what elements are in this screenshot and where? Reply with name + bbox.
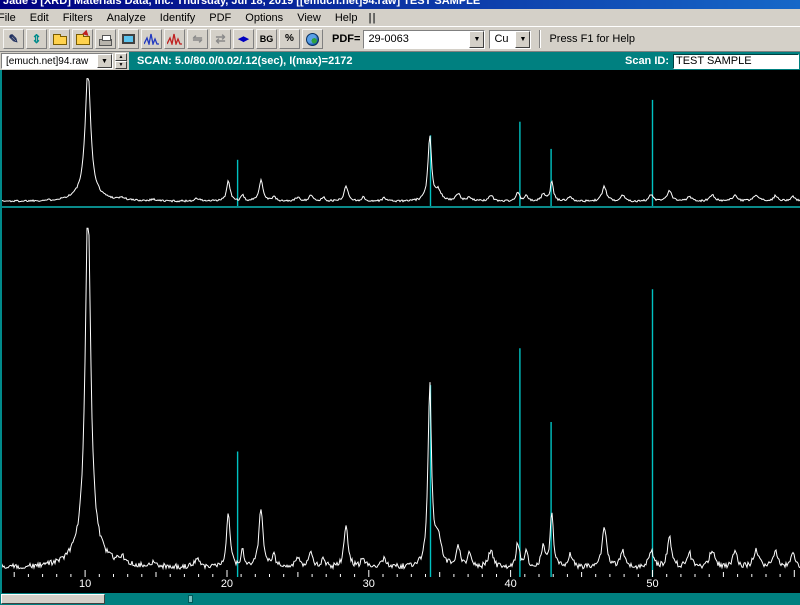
two-theta-tool-icon-glyph: ⇋ <box>192 32 203 46</box>
print-icon[interactable] <box>95 29 116 49</box>
scan-info-strip: SCAN: 5.0/80.0/0.02/.12(sec), I(max)=217… <box>129 52 800 70</box>
menu-items: File Edit Filters Analyze Identify PDF Options… <box>0 10 364 26</box>
anode-combo[interactable]: Cu ▼ <box>489 29 532 49</box>
report-icon-shape <box>122 34 135 44</box>
report-icon[interactable] <box>118 29 139 49</box>
rescale-y-icon-glyph: ⇕ <box>31 32 42 46</box>
web-icon-shape <box>306 32 319 46</box>
menu-item-file[interactable]: File <box>0 10 23 26</box>
overlay-shift-icon[interactable]: ⇄ <box>210 29 231 49</box>
file-combo-value: [emuch.net]94.raw <box>2 54 97 68</box>
overview-chart[interactable] <box>0 70 800 206</box>
background-fit-icon[interactable]: BG <box>256 29 277 49</box>
anode-combo-value: Cu <box>490 30 516 48</box>
import-file-icon[interactable] <box>72 29 93 49</box>
x-tick-label: 20 <box>220 578 234 590</box>
spinner-up-icon[interactable]: ▲ <box>115 53 127 61</box>
web-icon[interactable] <box>302 29 323 49</box>
normalize-icon[interactable]: % <box>279 29 300 49</box>
open-file-icon[interactable] <box>49 29 70 49</box>
menu-item-filters[interactable]: Filters <box>56 10 100 26</box>
bottom-scrollbar[interactable] <box>0 593 800 605</box>
menu-item-edit[interactable]: Edit <box>23 10 56 26</box>
menu-item-options[interactable]: Options <box>238 10 290 26</box>
peak-id-icon[interactable] <box>164 29 185 49</box>
x-tick-label: 30 <box>362 578 375 590</box>
x-tick-label: 40 <box>504 578 517 590</box>
pdf-label: PDF= <box>332 33 361 45</box>
print-icon-shape <box>99 34 112 46</box>
window-left-edge <box>0 70 2 593</box>
window-title: Jade 5 [XRD] Materials Data, Inc. Thursd… <box>3 0 481 7</box>
file-combo[interactable]: [emuch.net]94.raw ▼ <box>1 53 113 69</box>
menu-item-view[interactable]: View <box>290 10 328 26</box>
menu-bar: File Edit Filters Analyze Identify PDF Options… <box>0 9 800 27</box>
file-combo-arrow-icon[interactable]: ▼ <box>97 54 112 68</box>
menu-item-analyze[interactable]: Analyze <box>100 10 153 26</box>
main-chart-svg <box>0 227 800 577</box>
jade-window: Jade 5 [XRD] Materials Data, Inc. Thursd… <box>0 0 800 605</box>
overlay-shift-icon-glyph: ⇄ <box>215 32 226 46</box>
pan-axis-icon-glyph: ◀▶ <box>238 35 249 43</box>
xrd-trace <box>0 78 800 203</box>
pdf-combo-value: 29-0063 <box>364 30 470 48</box>
toolbar: ✎ ⇕ ⇋ ⇄ ◀▶ BG% PDF= 29-0063 ▼ Cu ▼ Press F1 f… <box>0 27 800 52</box>
normalize-icon-glyph: % <box>285 33 294 44</box>
help-text: Press F1 for Help <box>549 33 636 45</box>
spinner-down-icon[interactable]: ▼ <box>115 61 127 69</box>
zoom-spinner: ▲ ▼ <box>115 53 127 69</box>
background-fit-icon-glyph: BG <box>259 33 274 44</box>
overview-chart-svg <box>0 78 800 206</box>
menu-grip[interactable]: || <box>368 12 376 24</box>
xrd-trace <box>0 227 800 571</box>
anode-combo-arrow-icon[interactable]: ▼ <box>515 30 531 48</box>
two-theta-tool-icon[interactable]: ⇋ <box>187 29 208 49</box>
x-tick-label: 50 <box>646 578 659 590</box>
import-file-icon-shape <box>75 34 90 45</box>
scan-info: SCAN: 5.0/80.0/0.02/.12(sec), I(max)=217… <box>137 55 353 67</box>
menu-item-help[interactable]: Help <box>328 10 365 26</box>
scan-id-label: Scan ID: <box>624 55 669 67</box>
scan-id-input[interactable] <box>673 53 799 69</box>
edit-tool-icon-glyph: ✎ <box>8 32 19 46</box>
menu-item-pdf[interactable]: PDF <box>202 10 238 26</box>
pan-axis-icon[interactable]: ◀▶ <box>233 29 254 49</box>
main-chart[interactable] <box>0 208 800 577</box>
open-file-icon-shape <box>52 34 67 45</box>
scan-bar: [emuch.net]94.raw ▼ ▲ ▼ SCAN: 5.0/80.0/0… <box>0 52 800 70</box>
scrollbar-notch <box>188 595 193 603</box>
x-tick-label: 10 <box>78 578 92 590</box>
rescale-y-icon[interactable]: ⇕ <box>26 29 47 49</box>
pdf-combo[interactable]: 29-0063 ▼ <box>363 29 486 49</box>
toolbar-separator <box>539 30 542 48</box>
pdf-combo-arrow-icon[interactable]: ▼ <box>469 30 485 48</box>
scrollbar-thumb[interactable] <box>1 594 105 604</box>
x-axis-labels: 10 20 30 40 50 <box>0 577 800 593</box>
edit-tool-icon[interactable]: ✎ <box>3 29 24 49</box>
toolbar-buttons: ✎ ⇕ ⇋ ⇄ ◀▶ BG% <box>2 29 324 49</box>
title-bar: Jade 5 [XRD] Materials Data, Inc. Thursd… <box>0 0 800 9</box>
menu-item-identify[interactable]: Identify <box>153 10 202 26</box>
peak-profile-icon[interactable] <box>141 29 162 49</box>
